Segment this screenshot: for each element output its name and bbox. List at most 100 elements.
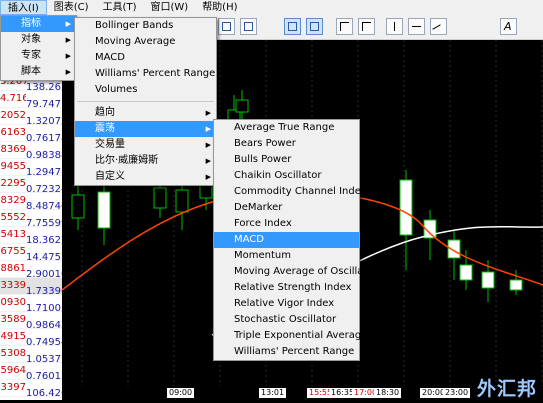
data-row[interactable]: 33391.73396 [0, 278, 62, 297]
menu-item-label: 对象 [21, 34, 41, 45]
crosshair-icon[interactable] [358, 18, 375, 35]
vertical-line-icon[interactable] [386, 18, 403, 35]
row-value-a: 3589 [0, 314, 26, 325]
menu-item-oscillator[interactable]: Stochastic Oscillator [214, 312, 359, 328]
menu-item-bollinger-bands[interactable]: Bollinger Bands [75, 18, 216, 34]
period-separator-icon[interactable] [306, 18, 323, 35]
menu-item-scripts[interactable]: 脚本 ▶ [1, 64, 76, 80]
submenu-arrow-icon: ▶ [205, 109, 211, 117]
menu-help[interactable]: 帮助(H) [195, 0, 244, 15]
data-row[interactable]: 3397106.426 [0, 380, 62, 399]
candle-body [71, 194, 85, 219]
row-value-a: 3397 [0, 382, 26, 393]
row-value-a: 6163 [0, 127, 26, 138]
submenu-arrow-icon: ▶ [65, 20, 71, 28]
menu-separator [77, 101, 214, 102]
menu-insert[interactable]: 插入(I) [0, 0, 47, 15]
row-value-a: 0930 [0, 297, 26, 308]
menu-item-oscillator[interactable]: Average True Range [214, 120, 359, 136]
time-label: 18:30 [374, 388, 402, 398]
candle-body [509, 279, 523, 291]
data-row[interactable]: 59640.76012 [0, 363, 62, 382]
submenu-arrow-icon: ▶ [205, 141, 211, 149]
data-row[interactable]: 53081.05377 [0, 346, 62, 365]
watermark-logo: 外汇邦 [477, 378, 538, 400]
menu-item-oscillator[interactable]: Williams' Percent Range [214, 344, 359, 360]
candle-body [235, 99, 249, 113]
menu-item-label: 比尔·威廉姆斯 [95, 155, 159, 166]
menu-item-oscillator[interactable]: Momentum [214, 248, 359, 264]
data-row[interactable]: 55527.75599 [0, 210, 62, 229]
menu-item-objects[interactable]: 对象 ▶ [1, 32, 76, 48]
time-axis: 09:00 13:01 15:55 16:35 17:00 18:30 20:0… [62, 386, 543, 400]
menu-item-bill-williams[interactable]: 比尔·威廉姆斯 ▶ [75, 153, 216, 169]
row-value-a: 5552 [0, 212, 26, 223]
row-value-a: 4915 [0, 331, 26, 342]
menu-item-custom[interactable]: 自定义 ▶ [75, 169, 216, 185]
indicators-submenu: Bollinger Bands Moving Average MACD Will… [74, 17, 217, 186]
time-label: 09:00 [167, 388, 195, 398]
data-row[interactable]: 83298.48746 [0, 193, 62, 212]
text-icon[interactable]: A [500, 18, 517, 35]
menu-item-oscillator[interactable]: Bears Power [214, 136, 359, 152]
menu-item-experts[interactable]: 专家 ▶ [1, 48, 76, 64]
menu-item-oscillator[interactable]: Relative Vigor Index [214, 296, 359, 312]
menu-window[interactable]: 窗口(W) [143, 0, 195, 15]
row-value-a: 8861 [0, 263, 26, 274]
zoom-out-icon[interactable] [240, 18, 257, 35]
menu-item-oscillator[interactable]: Force Index [214, 216, 359, 232]
horizontal-line-icon[interactable] [408, 18, 425, 35]
menu-item-label: 震荡 [95, 123, 115, 134]
time-label: 23:00 [443, 388, 471, 398]
submenu-arrow-icon: ▶ [205, 173, 211, 181]
row-value-a: 2295 [0, 178, 26, 189]
menu-item-indicators[interactable]: 指标 ▶ [1, 16, 76, 32]
menu-item-oscillator[interactable]: Bulls Power [214, 152, 359, 168]
menu-item-oscillator[interactable]: Commodity Channel Index [214, 184, 367, 200]
menu-item-label: 交易量 [95, 139, 125, 150]
menu-item-macd[interactable]: MACD [75, 50, 216, 66]
data-row[interactable]: 49150.74954 [0, 329, 62, 348]
submenu-arrow-icon: ▶ [65, 52, 71, 60]
menu-item-oscillators[interactable]: 震荡 ▶ [75, 121, 216, 137]
data-row[interactable]: 94551.29473 [0, 159, 62, 178]
data-row[interactable]: 20521.32072 [0, 108, 62, 127]
candle-body [153, 187, 167, 209]
market-data-panel: 1.258116.27810651.110753.207138.2624.716… [0, 40, 62, 400]
row-value-a: 8329 [0, 195, 26, 206]
cursor-icon[interactable] [336, 18, 353, 35]
menu-item-williams-percent-range[interactable]: Williams' Percent Range [75, 66, 216, 82]
menu-item-oscillator[interactable]: Moving Average of Oscillator [214, 264, 378, 280]
row-value-a: 4.716 [0, 93, 26, 104]
menu-item-oscillator[interactable]: Triple Exponential Average [214, 328, 367, 344]
candle-body [481, 271, 495, 289]
menu-item-label: 指标 [21, 18, 41, 29]
row-value-a: 6755 [0, 246, 26, 257]
menu-item-volume-group[interactable]: 交易量 ▶ [75, 137, 216, 153]
menu-item-label: 趋向 [95, 107, 115, 118]
data-row[interactable]: 22950.72324 [0, 176, 62, 195]
row-value-a: 5964 [0, 365, 26, 376]
menu-item-oscillator[interactable]: DeMarker [214, 200, 359, 216]
data-row[interactable]: 83690.98388 [0, 142, 62, 161]
data-row[interactable]: 35890.98642 [0, 312, 62, 331]
data-row[interactable]: 541318.36273 [0, 227, 62, 246]
zoom-in-icon[interactable] [218, 18, 235, 35]
menu-item-moving-average[interactable]: Moving Average [75, 34, 216, 50]
menu-item-oscillator[interactable]: MACD [214, 232, 359, 248]
data-row[interactable]: 09301.71003 [0, 295, 62, 314]
menu-item-oscillator[interactable]: Relative Strength Index [214, 280, 359, 296]
time-label: 13:01 [259, 388, 287, 398]
menu-tools[interactable]: 工具(T) [96, 0, 144, 15]
data-row[interactable]: 4.71679.747 [0, 91, 62, 110]
data-row[interactable]: 675514.47578 [0, 244, 62, 263]
menu-charts[interactable]: 图表(C) [47, 0, 96, 15]
candle-body [97, 191, 111, 229]
data-row[interactable]: 88612.90010 [0, 261, 62, 280]
trendline-icon[interactable] [430, 18, 447, 37]
menu-item-oscillator[interactable]: Chaikin Oscillator [214, 168, 359, 184]
data-row[interactable]: 61630.76178 [0, 125, 62, 144]
chart-fit-icon[interactable] [284, 18, 301, 35]
menu-item-volumes[interactable]: Volumes [75, 82, 216, 98]
menu-item-trend[interactable]: 趋向 ▶ [75, 105, 216, 121]
